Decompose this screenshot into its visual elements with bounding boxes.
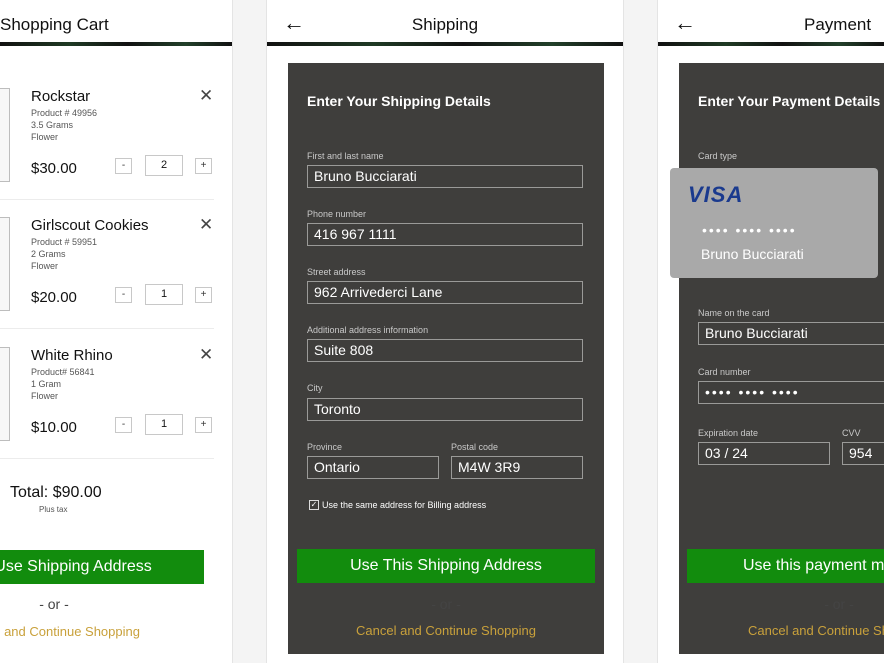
product-image [0, 217, 10, 311]
continue-shopping-link[interactable]: Cancel and Continue Shopping [288, 623, 604, 638]
additional-address-input[interactable]: Suite 808 [307, 339, 583, 362]
same-billing-label: Use the same address for Billing address [322, 500, 487, 510]
cart-item: Girlscout Cookies Product # 59951 2 Gram… [0, 201, 214, 329]
province-label: Province [307, 442, 343, 452]
remove-item-icon[interactable]: ✕ [199, 215, 213, 235]
product-price: $30.00 [31, 160, 77, 177]
visa-card-option[interactable]: VISA •••• •••• •••• Bruno Bucciarati [670, 168, 878, 278]
use-payment-method-button[interactable]: Use this payment method [687, 549, 884, 583]
quantity-input[interactable]: 2 [145, 155, 183, 176]
decrease-quantity-button[interactable]: - [115, 158, 132, 174]
screen: Shopping Cart Rockstar Product # 49956 3… [0, 0, 884, 663]
street-label: Street address [307, 267, 366, 277]
postal-code-label: Postal code [451, 442, 499, 452]
additional-address-label: Additional address information [307, 325, 429, 335]
product-name: Girlscout Cookies [31, 217, 149, 234]
card-number-label: Card number [698, 367, 751, 377]
expiration-input[interactable]: 03 / 24 [698, 442, 830, 465]
increase-quantity-button[interactable]: + [195, 287, 212, 303]
product-price: $10.00 [31, 419, 77, 436]
use-this-shipping-address-button[interactable]: Use This Shipping Address [297, 549, 595, 583]
cvv-input[interactable]: 954 [842, 442, 884, 465]
cart-total: Total: $90.00 [10, 484, 102, 501]
product-image [0, 347, 10, 441]
product-number: Product # 59951 [31, 237, 98, 247]
form-heading: Enter Your Payment Details [698, 93, 881, 109]
header-stripe [0, 42, 232, 46]
or-separator: - or - [824, 596, 854, 612]
page-title: Shipping [411, 15, 479, 34]
name-label: First and last name [307, 151, 384, 161]
card-name-input[interactable]: Bruno Bucciarati [698, 322, 884, 345]
card-type-label: Card type [698, 151, 738, 161]
or-separator: - or - [431, 596, 461, 612]
remove-item-icon[interactable]: ✕ [199, 345, 213, 365]
payment-panel: ← Payment Enter Your Payment Details Car… [657, 0, 884, 663]
product-price: $20.00 [31, 289, 77, 306]
plus-tax-note: Plus tax [39, 505, 68, 514]
city-input[interactable]: Toronto [307, 398, 583, 421]
city-label: City [307, 383, 323, 393]
continue-shopping-link[interactable]: Cancel and Continue Shopping [748, 623, 884, 638]
page-title: Payment [804, 15, 872, 34]
product-name: White Rhino [31, 347, 113, 364]
continue-shopping-link[interactable]: Cancel and Continue Shopping [0, 624, 140, 639]
phone-input[interactable]: 416 967 1111 [307, 223, 583, 246]
increase-quantity-button[interactable]: + [195, 158, 212, 174]
product-weight: 2 Grams [31, 249, 66, 259]
shopping-cart-panel: Shopping Cart Rockstar Product # 49956 3… [0, 0, 233, 663]
page-title: Shopping Cart [0, 15, 109, 34]
remove-item-icon[interactable]: ✕ [199, 86, 213, 106]
name-input[interactable]: Bruno Bucciarati [307, 165, 583, 188]
payment-form: Enter Your Payment Details Card type Nam… [679, 63, 884, 654]
province-input[interactable]: Ontario [307, 456, 439, 479]
phone-label: Phone number [307, 209, 367, 219]
card-name-label: Name on the card [698, 308, 770, 318]
product-number: Product # 49956 [31, 108, 98, 118]
product-image [0, 88, 10, 182]
postal-code-input[interactable]: M4W 3R9 [451, 456, 583, 479]
street-input[interactable]: 962 Arrivederci Lane [307, 281, 583, 304]
product-name: Rockstar [31, 88, 91, 105]
or-separator: - or - [39, 596, 69, 612]
cart-item: White Rhino Product# 56841 1 Gram Flower… [0, 331, 214, 459]
form-heading: Enter Your Shipping Details [307, 93, 491, 109]
shipping-header: ← Shipping [267, 0, 623, 46]
product-type: Flower [31, 261, 59, 271]
visa-brand-text: VISA [688, 182, 744, 207]
card-number-input[interactable]: •••• •••• •••• [698, 381, 884, 404]
product-type: Flower [31, 132, 59, 142]
quantity-input[interactable]: 1 [145, 414, 183, 435]
cvv-label: CVV [842, 428, 861, 438]
decrease-quantity-button[interactable]: - [115, 417, 132, 433]
increase-quantity-button[interactable]: + [195, 417, 212, 433]
quantity-input[interactable]: 1 [145, 284, 183, 305]
back-arrow-icon[interactable]: ← [674, 10, 696, 36]
expiration-label: Expiration date [698, 428, 759, 438]
product-weight: 1 Gram [31, 379, 62, 389]
same-billing-checkbox[interactable]: ✓ [309, 500, 319, 510]
product-type: Flower [31, 391, 59, 401]
card-holder-name: Bruno Bucciarati [701, 246, 804, 262]
use-shipping-address-button[interactable]: Use Shipping Address [0, 550, 204, 584]
payment-header: ← Payment [658, 0, 884, 46]
shipping-form: Enter Your Shipping Details First and la… [288, 63, 604, 654]
header-stripe [267, 42, 623, 46]
shipping-panel: ← Shipping Enter Your Shipping Details F… [266, 0, 624, 663]
header-stripe [658, 42, 884, 46]
cart-header: Shopping Cart [0, 0, 232, 46]
cart-item: Rockstar Product # 49956 3.5 Grams Flowe… [0, 72, 214, 200]
product-weight: 3.5 Grams [31, 120, 74, 130]
decrease-quantity-button[interactable]: - [115, 287, 132, 303]
visa-logo-icon: VISA [688, 182, 743, 208]
product-number: Product# 56841 [31, 367, 95, 377]
card-number-mask: •••• •••• •••• [702, 222, 797, 238]
